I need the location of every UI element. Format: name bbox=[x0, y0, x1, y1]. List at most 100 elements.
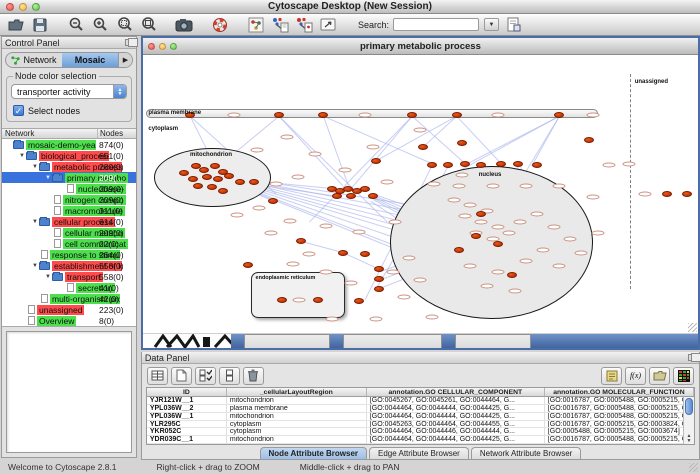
color-attribute-select[interactable]: transporter activity ▲▼ bbox=[11, 84, 127, 99]
graph-node[interactable] bbox=[374, 276, 384, 282]
tree-row[interactable]: unassigned223(0) bbox=[2, 304, 136, 315]
network-canvas[interactable]: plasma membrane cytoplasm mitochondrion … bbox=[143, 55, 698, 333]
graph-node[interactable] bbox=[213, 176, 223, 182]
column-header[interactable]: _cellularLayoutRegion bbox=[227, 388, 367, 396]
graph-node[interactable] bbox=[368, 193, 378, 199]
graph-node[interactable] bbox=[371, 158, 381, 164]
tab-overflow-button[interactable]: ▶ bbox=[118, 53, 132, 67]
background-window[interactable] bbox=[343, 334, 442, 348]
zoom-selected-button[interactable] bbox=[114, 16, 134, 34]
tree-row[interactable]: ▼primary metabo209(... bbox=[2, 172, 136, 183]
new-attribute-button[interactable] bbox=[171, 367, 192, 385]
tree-row[interactable]: cellular metabo209(0) bbox=[2, 227, 136, 238]
save-session-button[interactable] bbox=[30, 16, 50, 34]
graph-node[interactable] bbox=[207, 184, 217, 190]
search-input[interactable] bbox=[393, 18, 479, 31]
scrollbar-arrows[interactable]: ▲▼ bbox=[684, 434, 694, 444]
background-window[interactable] bbox=[455, 334, 531, 348]
snapshot-button[interactable] bbox=[174, 16, 194, 34]
graph-node[interactable] bbox=[452, 112, 462, 118]
tree-row[interactable]: ▼biological_process651(0) bbox=[2, 150, 136, 161]
background-window-edge[interactable] bbox=[531, 334, 698, 348]
tab-network[interactable]: Network bbox=[6, 53, 62, 67]
graph-node[interactable] bbox=[407, 112, 417, 118]
function-builder-button[interactable]: f(x) bbox=[625, 367, 646, 385]
graph-node[interactable] bbox=[338, 250, 348, 256]
graph-node[interactable] bbox=[274, 112, 284, 118]
graph-node[interactable] bbox=[277, 297, 287, 303]
graph-node[interactable] bbox=[235, 179, 245, 185]
graph-node[interactable] bbox=[188, 176, 198, 182]
column-header[interactable]: annotation.GO MOLECULAR_FUNCTION bbox=[545, 388, 694, 396]
graph-node[interactable] bbox=[457, 140, 467, 146]
scrollbar-thumb[interactable] bbox=[685, 398, 693, 415]
tab-network-attribute-browser[interactable]: Network Attribute Browser bbox=[471, 447, 581, 459]
graph-node[interactable] bbox=[532, 162, 542, 168]
graph-node[interactable] bbox=[202, 174, 212, 180]
graph-node[interactable] bbox=[313, 297, 323, 303]
graph-node[interactable] bbox=[249, 179, 259, 185]
float-panel-icon[interactable] bbox=[125, 39, 133, 46]
tree-row[interactable]: multi-organism pro42(0) bbox=[2, 293, 136, 304]
annotation-button[interactable] bbox=[318, 16, 338, 34]
graph-node[interactable] bbox=[476, 211, 486, 217]
tree-row[interactable]: cell communicat22(0) bbox=[2, 238, 136, 249]
column-header[interactable]: annotation.GO CELLULAR_COMPONENT bbox=[367, 388, 545, 396]
graph-node[interactable] bbox=[243, 262, 253, 268]
table-row[interactable]: YPL036W__1mitochondrion[GO:0044464, GO:0… bbox=[147, 413, 694, 421]
attribute-list-button[interactable] bbox=[219, 367, 240, 385]
graph-node[interactable] bbox=[443, 162, 453, 168]
select-attributes-button[interactable] bbox=[195, 367, 216, 385]
table-row[interactable]: YJR121W__1mitochondrion[GO:0045267, GO:0… bbox=[147, 397, 694, 405]
expander-icon[interactable]: ▼ bbox=[44, 175, 52, 181]
table-scrollbar[interactable]: ▲▼ bbox=[683, 397, 694, 444]
graph-node[interactable] bbox=[318, 112, 328, 118]
tree-row[interactable]: ▼establishment of lo558(0) bbox=[2, 260, 136, 271]
graph-node[interactable] bbox=[507, 272, 517, 278]
graph-node[interactable] bbox=[296, 238, 306, 244]
tree-row[interactable]: secretion41(0) bbox=[2, 282, 136, 293]
attribute-grid-button[interactable] bbox=[147, 367, 168, 385]
graph-node[interactable] bbox=[179, 170, 189, 176]
graph-node[interactable] bbox=[454, 247, 464, 253]
graph-node[interactable] bbox=[682, 191, 692, 197]
tab-edge-attribute-browser[interactable]: Edge Attribute Browser bbox=[369, 447, 469, 459]
graph-node[interactable] bbox=[354, 298, 364, 304]
zoom-in-button[interactable] bbox=[90, 16, 110, 34]
graph-node[interactable] bbox=[662, 191, 672, 197]
expander-icon[interactable]: ▼ bbox=[44, 274, 52, 280]
search-dropdown-button[interactable]: ▼ bbox=[484, 18, 499, 31]
open-session-button[interactable] bbox=[6, 16, 26, 34]
graph-node[interactable] bbox=[374, 286, 384, 292]
tree-row[interactable]: ▼cellular process614(0) bbox=[2, 216, 136, 227]
tree-row[interactable]: ▼metabolic process280(0) bbox=[2, 161, 136, 172]
window-resize-grip[interactable] bbox=[689, 463, 698, 472]
tree-row[interactable]: response to stimul264(0) bbox=[2, 249, 136, 260]
graph-node[interactable] bbox=[513, 161, 523, 167]
graph-node[interactable] bbox=[374, 266, 384, 272]
graph-node[interactable] bbox=[360, 186, 370, 192]
background-window[interactable] bbox=[244, 334, 330, 348]
graph-node[interactable] bbox=[199, 167, 209, 173]
graph-node[interactable] bbox=[471, 233, 481, 239]
tree-row[interactable]: nucleobase-209(0) bbox=[2, 183, 136, 194]
tree-row[interactable]: Overview8(0) bbox=[2, 315, 136, 326]
tree-column-network[interactable]: Network bbox=[2, 129, 98, 138]
expander-icon[interactable]: ▼ bbox=[18, 153, 26, 159]
graph-node[interactable] bbox=[476, 162, 486, 168]
graph-node[interactable] bbox=[427, 162, 437, 168]
import-attributes-button[interactable] bbox=[601, 367, 622, 385]
table-row[interactable]: YDR039C__1mitochondrion[GO:0044464, GO:0… bbox=[147, 436, 694, 444]
graph-node[interactable] bbox=[224, 173, 234, 179]
graph-node[interactable] bbox=[554, 112, 564, 118]
expander-icon[interactable]: ▼ bbox=[31, 219, 39, 225]
table-row[interactable]: YPL036W__2plasma membrane[GO:0044464, GO… bbox=[147, 405, 694, 413]
birds-eye-view[interactable] bbox=[6, 331, 132, 453]
graph-node[interactable] bbox=[418, 144, 428, 150]
network-window-titlebar[interactable]: primary metabolic process bbox=[143, 38, 698, 55]
float-panel-icon[interactable] bbox=[688, 354, 696, 361]
expander-icon[interactable]: ▼ bbox=[31, 164, 39, 170]
tree-column-nodes[interactable]: Nodes bbox=[98, 129, 136, 138]
export-network-button[interactable] bbox=[294, 16, 314, 34]
background-window-edge[interactable] bbox=[330, 334, 343, 348]
